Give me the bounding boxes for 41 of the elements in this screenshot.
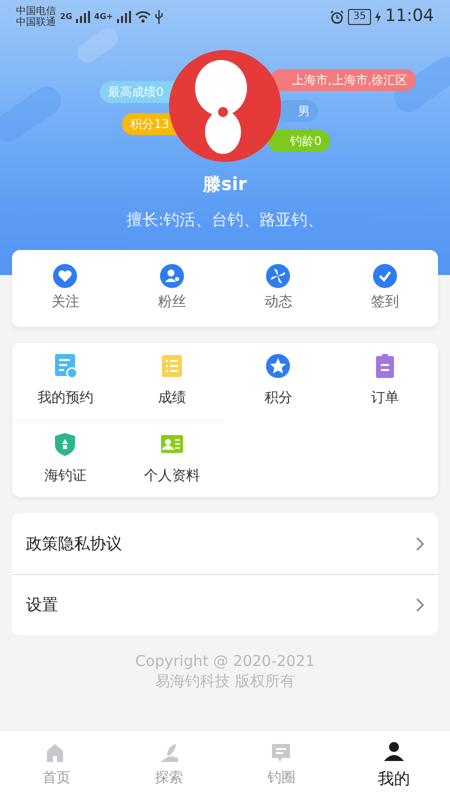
person-icon <box>382 740 405 762</box>
quick-action[interactable]: 签到 <box>332 250 438 327</box>
specialty-text: 擅长:钓活、台钓、路亚钓、 <box>125 209 325 231</box>
service-item[interactable]: 个人资料 <box>118 420 225 497</box>
carrier-name: 中国联通 <box>16 17 56 28</box>
signal-icon <box>76 11 90 23</box>
quick-action[interactable]: 粉丝 <box>118 250 225 327</box>
pinwheel-icon <box>266 264 290 288</box>
service-item[interactable]: 订单 <box>332 343 438 420</box>
profile-tag: 上海市,上海市,徐汇区 <box>270 69 416 91</box>
person-icon <box>160 264 184 288</box>
clock-time: 11:04 <box>385 7 434 27</box>
menu-row[interactable]: 设置 <box>12 574 438 635</box>
service-item[interactable]: 我的预约 <box>12 343 118 420</box>
chevron-right-icon <box>416 536 424 550</box>
menu-row[interactable]: 政策隐私协议 <box>12 513 438 574</box>
alarm-icon <box>330 10 344 24</box>
user-name: 滕sir <box>202 173 248 197</box>
charging-icon <box>375 10 381 23</box>
network-type: 4G+ <box>94 12 113 22</box>
quick-action[interactable]: 动态 <box>225 250 332 327</box>
usb-icon <box>154 10 163 24</box>
copyright-text: 易海钓科技 版权所有 <box>154 671 296 692</box>
chevron-right-icon <box>416 598 424 612</box>
service-item[interactable]: 成绩 <box>118 343 225 420</box>
service-item[interactable]: 海钓证 <box>12 420 118 497</box>
wifi-icon <box>134 11 151 23</box>
quick-action[interactable]: 关注 <box>12 250 118 327</box>
battery-level: 35 <box>348 8 371 25</box>
calendar-list-icon <box>53 354 78 380</box>
carrier-name: 中国电信 <box>16 6 56 16</box>
chat-icon <box>270 742 292 764</box>
shield-icon <box>53 432 78 458</box>
list-icon <box>160 354 184 380</box>
profile-tag: 钓龄0 <box>268 130 330 152</box>
tab-item[interactable]: 我的 <box>338 731 450 800</box>
signal-icon <box>116 11 131 23</box>
checkmark-icon <box>372 264 397 288</box>
network-type: 2G <box>60 12 72 22</box>
service-item[interactable]: 积分 <box>225 343 332 420</box>
copyright-text: Copyright @ 2020-2021 <box>134 651 316 672</box>
